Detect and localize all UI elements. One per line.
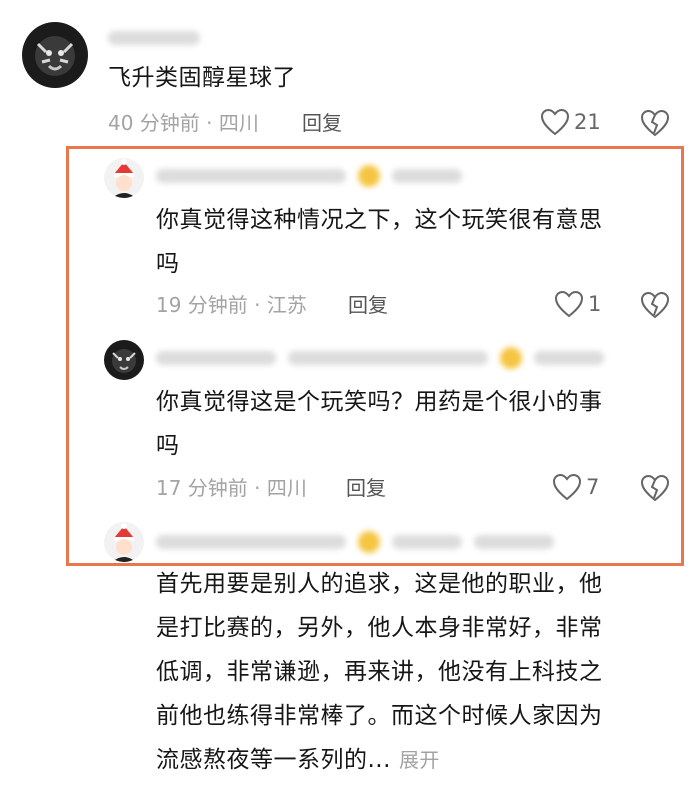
dislike-button[interactable] — [640, 474, 670, 506]
reply-button[interactable]: 回复 — [348, 291, 388, 319]
like-button[interactable]: 21 — [540, 108, 601, 136]
heart-outline-icon — [554, 290, 584, 318]
user-avatar-tiger[interactable] — [22, 22, 88, 88]
username-blurred[interactable] — [108, 26, 200, 50]
reply-meta: 19 分钟前 · 江苏 — [156, 293, 307, 317]
comment-text: 飞升类固醇星球了 — [108, 65, 296, 91]
comment-thread: 飞升类固醇星球了 40 分钟前 · 四川 回复 21 你真觉得这种情况之下，这个… — [0, 0, 695, 786]
user-avatar-santa[interactable] — [104, 158, 144, 198]
reply-text-line2: 是打比赛的，另外，他人本身非常好，非常 — [156, 615, 603, 641]
like-count: 1 — [588, 292, 602, 316]
broken-heart-icon — [640, 474, 670, 502]
broken-heart-icon — [640, 291, 670, 319]
dislike-button[interactable] — [640, 109, 670, 141]
like-count: 7 — [586, 475, 600, 499]
reply-username-blurred[interactable] — [156, 164, 462, 188]
reply-username-blurred[interactable] — [156, 530, 554, 554]
broken-heart-icon — [640, 109, 670, 137]
dislike-button[interactable] — [640, 291, 670, 323]
like-button[interactable]: 7 — [552, 473, 599, 501]
reply-text-line1: 首先用要是别人的追求，这是他的职业，他 — [156, 571, 603, 597]
reply-text-line1: 你真觉得这是个玩笑吗？用药是个很小的事 — [156, 389, 603, 415]
expand-button[interactable]: 展开 — [399, 748, 440, 772]
user-avatar-tiger[interactable] — [104, 340, 144, 380]
like-button[interactable]: 1 — [554, 290, 601, 318]
reply-text-line1: 你真觉得这种情况之下，这个玩笑很有意思 — [156, 207, 603, 233]
santa-avatar-icon — [104, 158, 144, 198]
reply-meta: 17 分钟前 · 四川 — [156, 476, 307, 500]
comment-meta: 40 分钟前 · 四川 — [108, 111, 259, 135]
heart-outline-icon — [540, 108, 570, 136]
tiger-avatar-icon — [22, 22, 88, 88]
reply-text-line5: 流感熬夜等一系列的... 展开 — [156, 740, 440, 780]
heart-outline-icon — [552, 473, 582, 501]
reply-text-line2: 吗 — [156, 433, 180, 459]
reply-button[interactable]: 回复 — [302, 109, 342, 137]
like-count: 21 — [574, 110, 601, 134]
reply-username-blurred[interactable] — [156, 346, 604, 370]
reply-text-last: 流感熬夜等一系列的... — [156, 747, 391, 773]
reply-text-line2: 吗 — [156, 251, 180, 277]
tiger-avatar-icon — [104, 340, 144, 380]
reply-text-line4: 前他也练得非常棒了。而这个时候人家因为 — [156, 703, 603, 729]
santa-avatar-icon — [104, 522, 144, 562]
reply-button[interactable]: 回复 — [346, 474, 386, 502]
reply-text-line3: 低调，非常谦逊，再来讲，他没有上科技之 — [156, 659, 603, 685]
user-avatar-santa[interactable] — [104, 522, 144, 562]
